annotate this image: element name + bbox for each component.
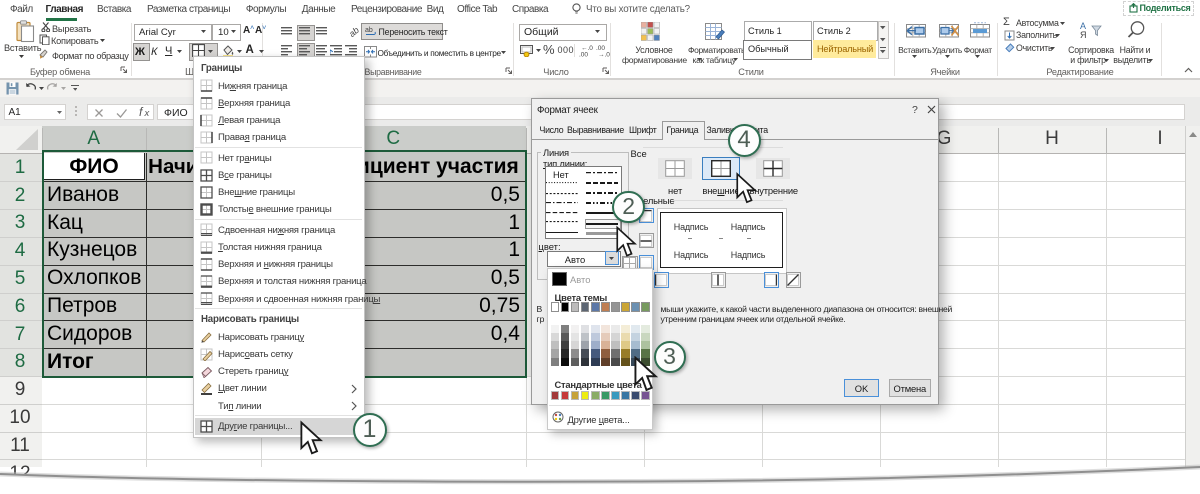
svg-text:→.0: →.0 bbox=[598, 52, 610, 58]
svg-text:.00: .00 bbox=[579, 52, 588, 58]
svg-text:ab: ab bbox=[348, 25, 361, 38]
svg-text:ab: ab bbox=[365, 27, 373, 34]
svg-text:Я: Я bbox=[1080, 30, 1087, 40]
